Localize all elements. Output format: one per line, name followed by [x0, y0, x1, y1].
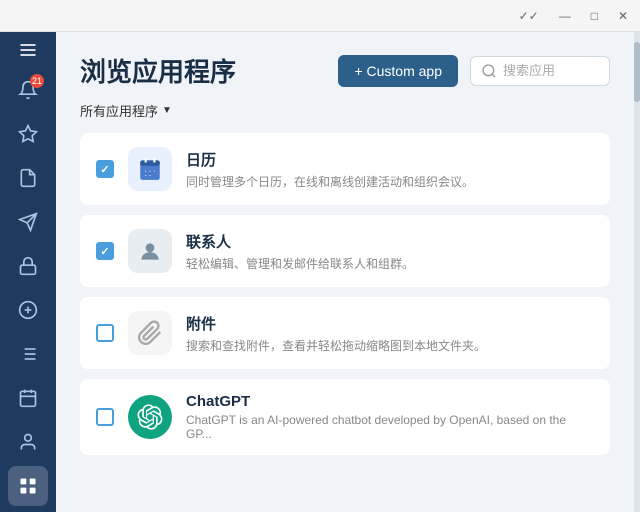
custom-app-button[interactable]: + Custom app: [338, 55, 458, 87]
app-checkbox-calendar[interactable]: [96, 160, 114, 178]
search-box: [470, 56, 610, 86]
content-header: 浏览应用程序 + Custom app: [56, 32, 634, 101]
app-info-contacts: 联系人 轻松编辑、管理和发邮件给联系人和组群。: [186, 231, 594, 272]
sidebar-item-lock[interactable]: [8, 246, 48, 286]
search-icon: [481, 63, 497, 79]
app-icon-chatgpt: [128, 395, 172, 439]
app-name: 附件: [186, 313, 594, 334]
maximize-button[interactable]: □: [587, 7, 602, 25]
app-name: 日历: [186, 149, 594, 170]
app-desc: ChatGPT is an AI-powered chatbot develop…: [186, 413, 594, 441]
app-info-chatgpt: ChatGPT ChatGPT is an AI-powered chatbot…: [186, 393, 594, 441]
sidebar: 21: [0, 32, 56, 512]
sidebar-top-items: 21: [0, 68, 56, 332]
app-icon-calendar: [128, 147, 172, 191]
sidebar-item-add[interactable]: [8, 290, 48, 330]
app-checkbox-chatgpt[interactable]: [96, 408, 114, 426]
main-layout: 21: [0, 32, 640, 512]
list-item: ChatGPT ChatGPT is an AI-powered chatbot…: [80, 379, 610, 455]
app-info-calendar: 日历 同时管理多个日历，在线和离线创建活动和组织会议。: [186, 149, 594, 190]
sidebar-item-calendar[interactable]: [8, 378, 48, 418]
sidebar-item-documents[interactable]: [8, 158, 48, 198]
sidebar-menu-icon[interactable]: [8, 40, 48, 60]
app-checkbox-contacts[interactable]: [96, 242, 114, 260]
double-check-icon: ✓✓: [515, 7, 543, 25]
list-item: 附件 搜索和查找附件，查看并轻松拖动缩略图到本地文件夹。: [80, 297, 610, 369]
minimize-button[interactable]: —: [555, 7, 575, 25]
app-name: 联系人: [186, 231, 594, 252]
sidebar-item-send[interactable]: [8, 202, 48, 242]
chevron-down-icon: ▼: [162, 105, 172, 116]
page-title: 浏览应用程序: [80, 52, 236, 89]
right-scrollbar[interactable]: [634, 32, 640, 512]
filter-bar: 所有应用程序 ▼: [56, 101, 634, 133]
header-right: + Custom app: [338, 55, 610, 87]
sidebar-item-starred[interactable]: [8, 114, 48, 154]
app-desc: 轻松编辑、管理和发邮件给联系人和组群。: [186, 255, 594, 272]
app-info-attachments: 附件 搜索和查找附件，查看并轻松拖动缩略图到本地文件夹。: [186, 313, 594, 354]
notification-badge: 21: [30, 74, 44, 88]
title-bar: ✓✓ — □ ✕: [0, 0, 640, 32]
sidebar-bottom-items: [0, 332, 56, 512]
filter-label: 所有应用程序: [80, 101, 158, 120]
app-desc: 同时管理多个日历，在线和离线创建活动和组织会议。: [186, 173, 594, 190]
list-item: 日历 同时管理多个日历，在线和离线创建活动和组织会议。: [80, 133, 610, 205]
close-button[interactable]: ✕: [614, 7, 632, 25]
app-desc: 搜索和查找附件，查看并轻松拖动缩略图到本地文件夹。: [186, 337, 594, 354]
app-icon-attach: [128, 311, 172, 355]
app-checkbox-attachments[interactable]: [96, 324, 114, 342]
app-icon-contact: [128, 229, 172, 273]
sidebar-item-grid[interactable]: [8, 466, 48, 506]
sidebar-item-user[interactable]: [8, 422, 48, 462]
sidebar-item-list[interactable]: [8, 334, 48, 374]
search-input[interactable]: [503, 63, 599, 78]
app-name: ChatGPT: [186, 393, 594, 410]
sidebar-item-notifications[interactable]: 21: [8, 70, 48, 110]
content-area: 浏览应用程序 + Custom app 所有应用程序 ▼: [56, 32, 634, 512]
app-list: 日历 同时管理多个日历，在线和离线创建活动和组织会议。 联系人 轻松编辑、管理和…: [56, 133, 634, 512]
scrollbar-thumb[interactable]: [634, 42, 640, 102]
list-item: 联系人 轻松编辑、管理和发邮件给联系人和组群。: [80, 215, 610, 287]
filter-dropdown[interactable]: 所有应用程序 ▼: [80, 101, 172, 120]
